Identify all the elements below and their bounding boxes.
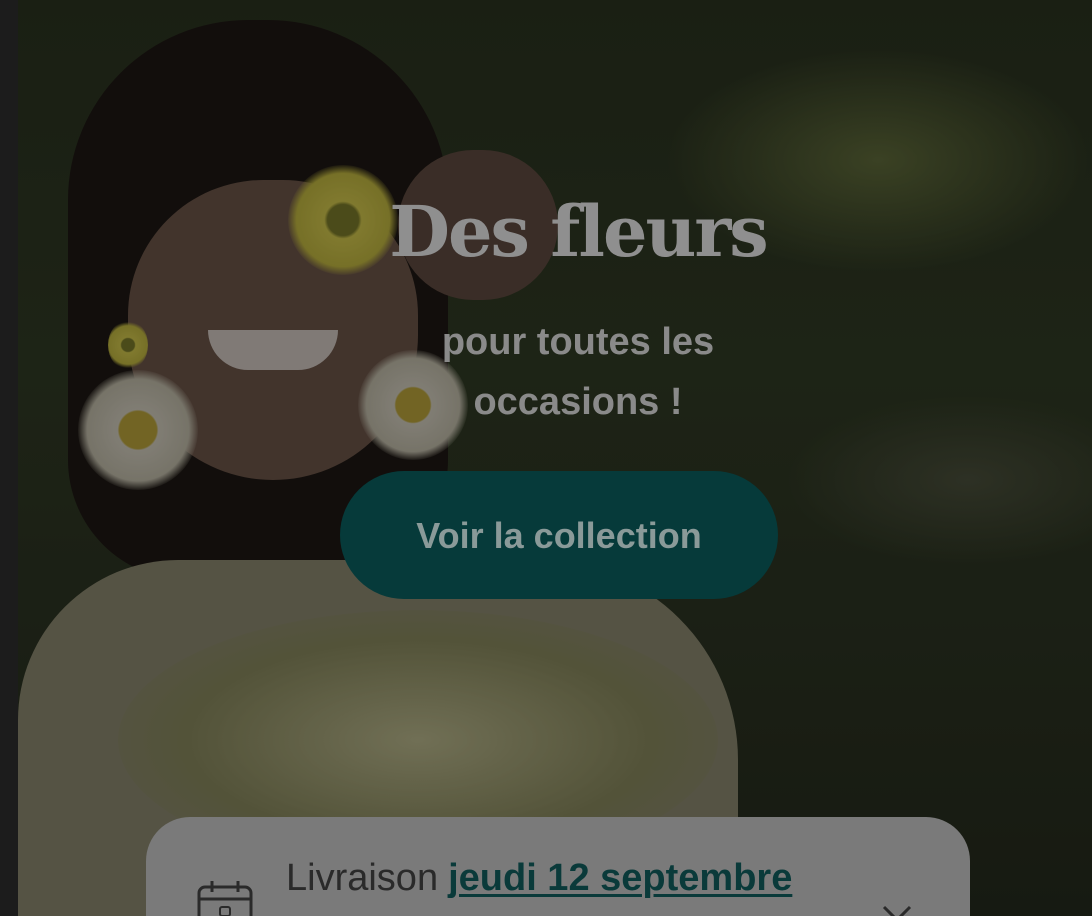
calendar-icon <box>197 881 253 916</box>
delivery-info: Livraison jeudi 12 septembre <box>286 857 792 900</box>
hero-subline: pour toutes les occasions ! <box>441 321 715 423</box>
delivery-label: Livraison <box>286 857 439 899</box>
delivery-card: Livraison jeudi 12 septembre <box>146 817 970 916</box>
close-icon[interactable] <box>880 903 914 916</box>
hero-banner: Des fleurs pour toutes les occasions ! V… <box>18 0 1092 916</box>
hero-headline: Des fleurs <box>389 190 768 273</box>
see-collection-button[interactable]: Voir la collection <box>340 471 778 599</box>
page-frame: Des fleurs pour toutes les occasions ! V… <box>0 0 1092 916</box>
dim-overlay <box>18 0 1092 916</box>
delivery-date-link[interactable]: jeudi 12 septembre <box>448 857 792 899</box>
left-edge-bar <box>0 0 18 916</box>
